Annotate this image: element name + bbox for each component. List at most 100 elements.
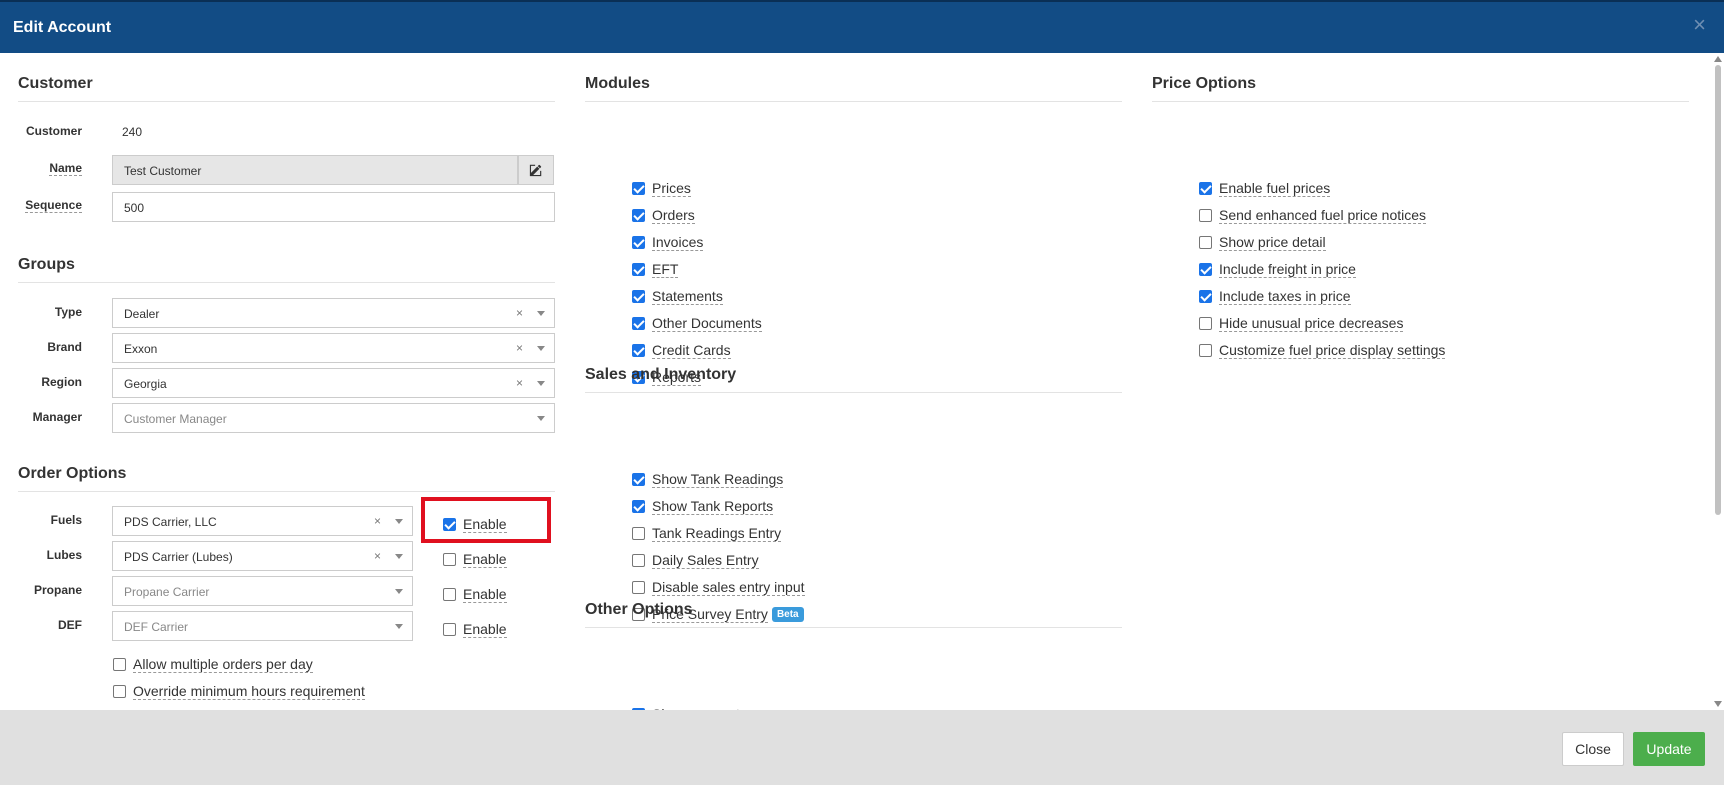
checkbox[interactable] <box>443 552 456 566</box>
checkbox[interactable] <box>1199 235 1212 249</box>
module-item-label: Other Documents <box>652 314 762 332</box>
def-carrier-select[interactable]: DEF Carrier <box>112 611 413 641</box>
manager-select[interactable]: Customer Manager <box>112 403 555 433</box>
module-item[interactable]: Statements <box>632 287 723 305</box>
dialog-header: Edit Account × <box>0 0 1724 53</box>
scrollbar-thumb[interactable] <box>1715 65 1721 515</box>
lubes-carrier-value: PDS Carrier (Lubes) <box>124 550 233 564</box>
propane-carrier-select[interactable]: Propane Carrier <box>112 576 413 606</box>
checkbox[interactable] <box>632 262 645 276</box>
highlight-box <box>421 497 551 543</box>
vertical-scrollbar[interactable] <box>1712 53 1724 710</box>
checkbox[interactable] <box>113 684 126 698</box>
price-option-item[interactable]: Customize fuel price display settings <box>1199 341 1446 359</box>
close-button[interactable]: Close <box>1562 732 1624 766</box>
checkbox[interactable] <box>1199 343 1212 357</box>
lubes-enable-checkbox[interactable]: Enable <box>443 550 507 568</box>
module-item-label: EFT <box>652 260 679 278</box>
price-option-item[interactable]: Include taxes in price <box>1199 287 1351 305</box>
checkbox[interactable] <box>1199 316 1212 330</box>
chevron-down-icon[interactable] <box>537 346 545 351</box>
clear-icon[interactable]: × <box>516 376 523 390</box>
region-select[interactable]: Georgia × <box>112 368 555 398</box>
sales-inventory-item-label: Daily Sales Entry <box>652 551 759 569</box>
module-item[interactable]: Orders <box>632 206 695 224</box>
update-button[interactable]: Update <box>1633 732 1705 766</box>
module-item[interactable]: Other Documents <box>632 314 762 332</box>
checkbox[interactable] <box>1199 208 1212 222</box>
module-item-label: Prices <box>652 179 691 197</box>
chevron-down-icon[interactable] <box>537 416 545 421</box>
lubes-carrier-select[interactable]: PDS Carrier (Lubes) × <box>112 541 413 571</box>
def-label: DEF <box>58 618 82 632</box>
checkbox[interactable] <box>632 553 645 567</box>
sales-inventory-item[interactable]: Show Tank Readings <box>632 470 784 488</box>
fuels-carrier-select[interactable]: PDS Carrier, LLC × <box>112 506 413 536</box>
price-option-item[interactable]: Include freight in price <box>1199 260 1356 278</box>
checkbox[interactable] <box>1199 181 1212 195</box>
checkbox[interactable] <box>443 587 456 601</box>
checkbox[interactable] <box>632 208 645 222</box>
price-option-item-label: Hide unusual price decreases <box>1219 314 1404 332</box>
clear-icon[interactable]: × <box>374 549 381 563</box>
checkbox[interactable] <box>632 526 645 540</box>
customer-number: 240 <box>122 125 143 139</box>
brand-label: Brand <box>47 340 82 354</box>
type-select[interactable]: Dealer × <box>112 298 555 328</box>
sequence-field[interactable]: 500 <box>112 192 555 222</box>
chevron-down-icon[interactable] <box>537 311 545 316</box>
checkbox[interactable] <box>443 622 456 636</box>
chevron-down-icon[interactable] <box>395 519 403 524</box>
module-item[interactable]: EFT <box>632 260 679 278</box>
checkbox[interactable] <box>632 472 645 486</box>
checkbox[interactable] <box>632 343 645 357</box>
checkbox[interactable] <box>632 235 645 249</box>
chevron-down-icon[interactable] <box>395 589 403 594</box>
checkbox[interactable] <box>632 580 645 594</box>
price-option-item-label: Show price detail <box>1219 233 1326 251</box>
module-item-label: Credit Cards <box>652 341 731 359</box>
scroll-down-icon[interactable] <box>1714 701 1722 707</box>
chevron-down-icon[interactable] <box>395 554 403 559</box>
sales-inventory-item[interactable]: Show Tank Reports <box>632 497 774 515</box>
checkbox[interactable] <box>632 289 645 303</box>
sales-inventory-item[interactable]: Daily Sales Entry <box>632 551 759 569</box>
close-icon[interactable]: × <box>1693 14 1706 36</box>
clear-icon[interactable]: × <box>516 341 523 355</box>
checkbox[interactable] <box>632 499 645 513</box>
dialog-footer: Close Update <box>0 710 1724 785</box>
price-option-item[interactable]: Hide unusual price decreases <box>1199 314 1404 332</box>
edit-name-button[interactable] <box>518 155 554 185</box>
chevron-down-icon[interactable] <box>395 624 403 629</box>
brand-select[interactable]: Exxon × <box>112 333 555 363</box>
module-item[interactable]: Invoices <box>632 233 704 251</box>
chevron-down-icon[interactable] <box>537 381 545 386</box>
sales-inventory-item[interactable]: Disable sales entry input <box>632 578 805 596</box>
checkbox[interactable] <box>1199 289 1212 303</box>
price-option-item-label: Enable fuel prices <box>1219 179 1331 197</box>
propane-enable-checkbox[interactable]: Enable <box>443 585 507 603</box>
override-minimum-hours-checkbox[interactable]: Override minimum hours requirement <box>113 682 365 700</box>
name-field[interactable]: Test Customer <box>112 155 518 185</box>
checkbox[interactable] <box>632 181 645 195</box>
scroll-up-icon[interactable] <box>1714 56 1722 62</box>
edit-icon <box>529 164 542 177</box>
price-option-item[interactable]: Show price detail <box>1199 233 1326 251</box>
checkbox[interactable] <box>1199 262 1212 276</box>
price-option-item[interactable]: Send enhanced fuel price notices <box>1199 206 1427 224</box>
price-option-item[interactable]: Enable fuel prices <box>1199 179 1331 197</box>
module-item[interactable]: Credit Cards <box>632 341 731 359</box>
sales-inventory-item[interactable]: Tank Readings Entry <box>632 524 782 542</box>
price-option-item-label: Include taxes in price <box>1219 287 1351 305</box>
module-item-label: Orders <box>652 206 695 224</box>
checkbox[interactable] <box>632 316 645 330</box>
clear-icon[interactable]: × <box>374 514 381 528</box>
allow-multiple-orders-checkbox[interactable]: Allow multiple orders per day <box>113 655 313 673</box>
fuels-label: Fuels <box>50 513 82 527</box>
def-enable-label: Enable <box>463 620 507 638</box>
module-item[interactable]: Prices <box>632 179 691 197</box>
clear-icon[interactable]: × <box>516 306 523 320</box>
checkbox[interactable] <box>113 657 126 671</box>
sales-inventory-section-title: Sales and Inventory <box>585 366 1122 393</box>
def-enable-checkbox[interactable]: Enable <box>443 620 507 638</box>
